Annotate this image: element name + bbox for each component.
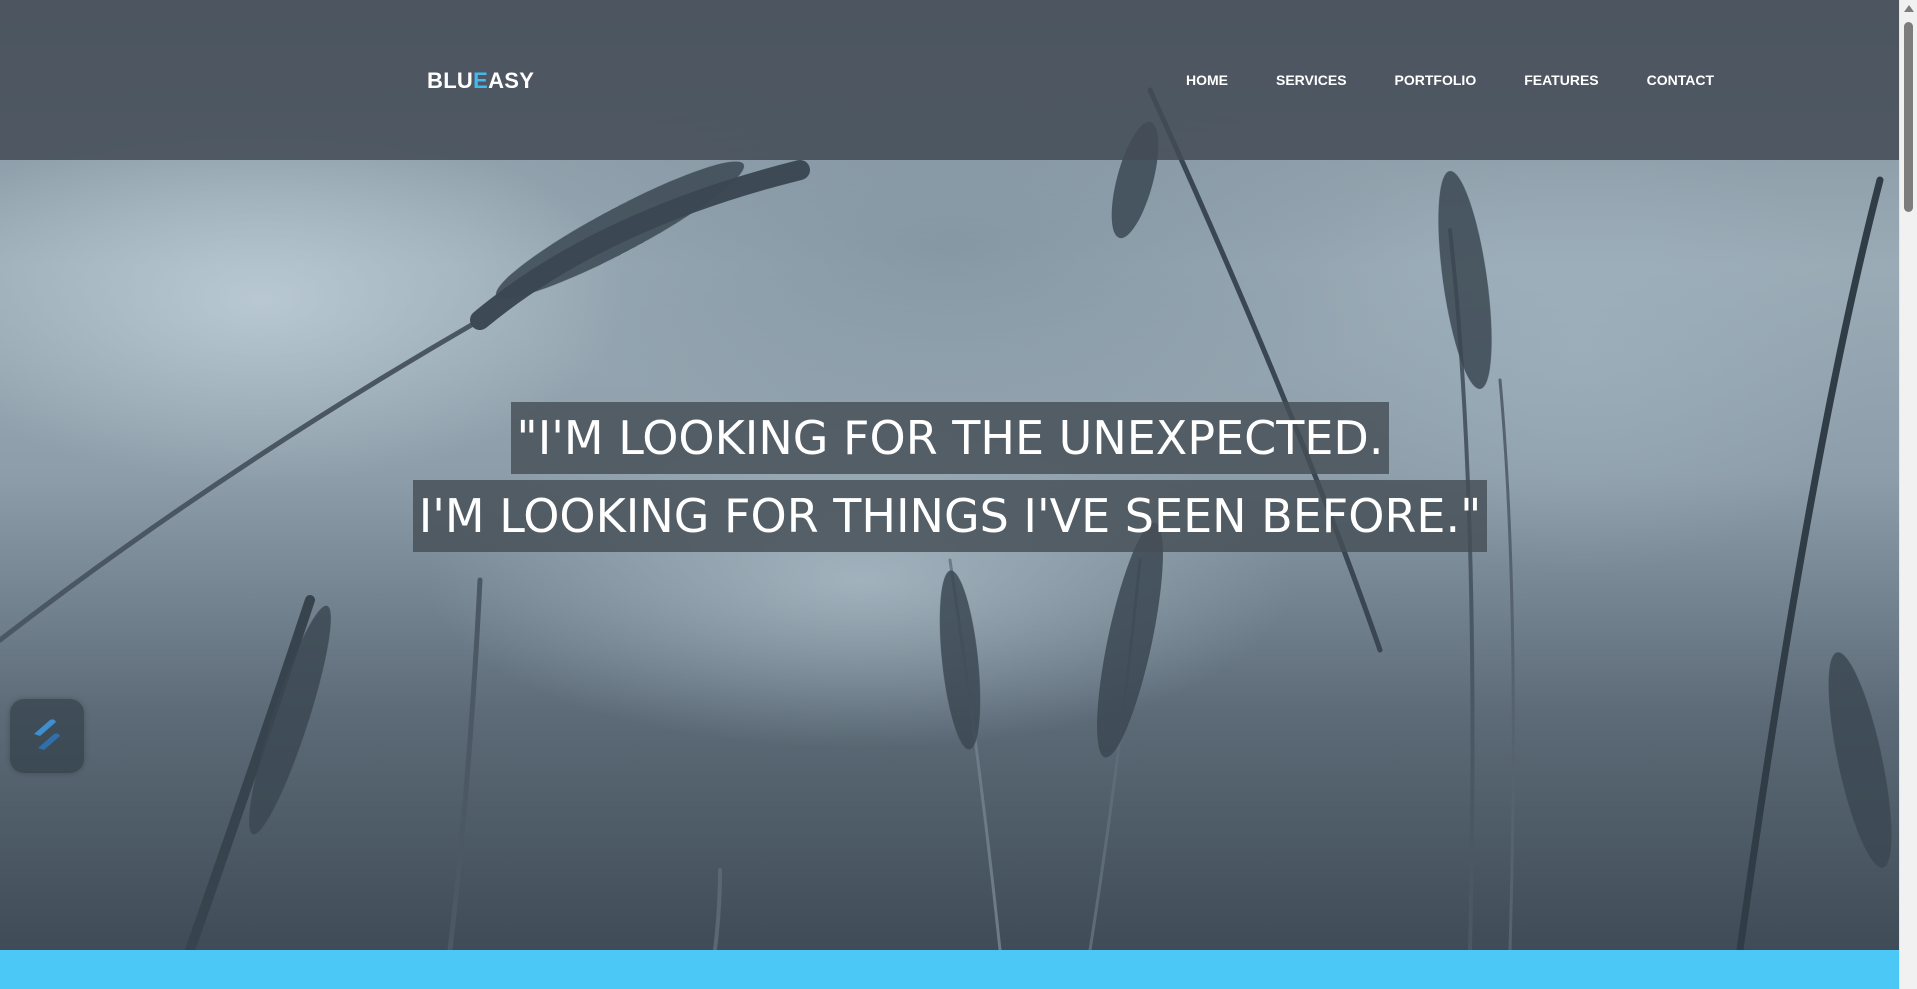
stacked-s-logo-icon (34, 719, 60, 750)
page-scrollbar[interactable] (1899, 0, 1917, 989)
scroll-thumb[interactable] (1904, 22, 1913, 212)
next-section-band (0, 950, 1900, 989)
site-header: BLUEASY HOME SERVICES PORTFOLIO FEATURES… (0, 0, 1900, 160)
nav-services[interactable]: SERVICES (1276, 72, 1347, 88)
nav-features[interactable]: FEATURES (1524, 72, 1598, 88)
nav-portfolio[interactable]: PORTFOLIO (1395, 72, 1477, 88)
nav-contact[interactable]: CONTACT (1647, 72, 1714, 88)
scroll-up-arrow-icon[interactable] (1904, 5, 1914, 12)
page: BLUEASY HOME SERVICES PORTFOLIO FEATURES… (0, 0, 1917, 989)
hero-quote-line-1: "I'M LOOKING FOR THE UNEXPECTED. (0, 402, 1900, 474)
floating-widget-button[interactable] (10, 699, 84, 773)
hero-quote-line-2: I'M LOOKING FOR THINGS I'VE SEEN BEFORE.… (0, 480, 1900, 552)
site-logo[interactable]: BLUEASY (427, 68, 534, 94)
main-nav: HOME SERVICES PORTFOLIO FEATURES CONTACT (1186, 72, 1762, 88)
nav-home[interactable]: HOME (1186, 72, 1228, 88)
